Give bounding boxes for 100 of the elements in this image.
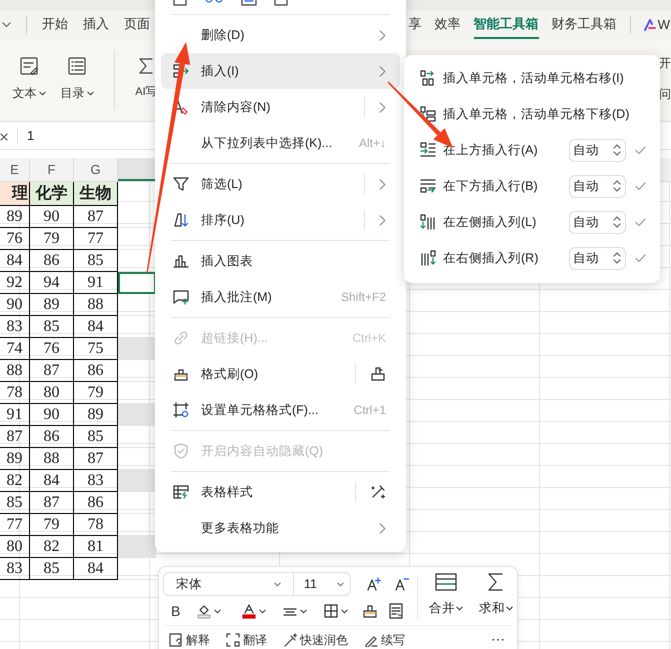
ribbon-tab[interactable]: 页面 xyxy=(124,11,150,39)
font-grow-icon xyxy=(367,577,381,591)
translate-icon xyxy=(226,632,240,646)
menu-item[interactable]: 设置单元格格式(F)... Ctrl+1 xyxy=(161,392,400,428)
table-header-cell: 化学 xyxy=(30,182,74,206)
bold-button[interactable]: B xyxy=(171,600,180,622)
ribbon-tab[interactable]: 效率 xyxy=(434,11,461,39)
shift-down-icon xyxy=(420,106,436,122)
ribbon-label[interactable]: 问 xyxy=(659,85,671,103)
spinner-arrows-icon xyxy=(613,179,621,193)
table-cell: 86 xyxy=(30,250,74,272)
sheet-cell[interactable] xyxy=(118,272,156,294)
table-cell: 84 xyxy=(74,558,118,580)
merge-button[interactable]: 合并 xyxy=(426,573,466,625)
table-cell: 87 xyxy=(30,360,74,382)
menu-item[interactable]: 从下拉列表中选择(K)... Alt+↓ xyxy=(161,125,400,161)
action-button[interactable]: 翻译 xyxy=(226,630,267,648)
caret-icon xyxy=(214,608,222,614)
magic-wand-icon xyxy=(283,632,297,646)
menu-item[interactable]: 筛选(L) xyxy=(161,166,400,202)
caret-icon xyxy=(506,606,513,611)
caret-icon xyxy=(38,90,46,96)
table-cell: 86 xyxy=(30,426,74,448)
link-icon xyxy=(173,330,189,346)
table-cell: 86 xyxy=(74,360,118,382)
menu-item[interactable]: 插入单元格，活动单元格下移(D) xyxy=(420,104,630,124)
table-cell: 90 xyxy=(0,294,30,316)
font-color-button[interactable] xyxy=(241,603,266,619)
font-color-icon xyxy=(241,603,258,619)
filter-icon xyxy=(173,176,189,192)
table-cell: 87 xyxy=(74,206,118,228)
formula-value[interactable]: 1 xyxy=(27,126,34,146)
action-button[interactable]: 续写 xyxy=(364,630,405,648)
chevron-right-icon xyxy=(379,178,386,190)
menu-item[interactable]: 表格样式 xyxy=(161,474,400,510)
count-spinner[interactable]: 自动 xyxy=(569,138,626,162)
shield-icon xyxy=(173,443,189,459)
table-cell: 89 xyxy=(0,448,30,470)
table-cell: 85 xyxy=(30,316,74,338)
menu-item[interactable]: 删除(D) xyxy=(161,17,400,53)
check-icon xyxy=(635,146,646,154)
magic-wand-icon xyxy=(370,484,386,500)
sort-icon xyxy=(173,212,189,228)
more-button[interactable]: ⋯ xyxy=(491,629,505,649)
menu-item[interactable]: 更多表格功能 xyxy=(161,510,400,546)
menu-item[interactable]: 插入单元格，活动单元格右移(I) xyxy=(420,68,624,88)
shortcut-text: Ctrl+K xyxy=(352,330,386,347)
check-icon xyxy=(635,218,646,226)
table-cell: 88 xyxy=(74,294,118,316)
menu-item[interactable]: 插入批注(M) Shift+F2 xyxy=(161,279,400,315)
table-cell: 80 xyxy=(0,536,30,558)
caret-icon xyxy=(341,608,348,614)
table-cell: 82 xyxy=(30,536,74,558)
menu-item[interactable]: 插入图表 xyxy=(161,243,400,279)
border-button[interactable] xyxy=(323,603,348,619)
ribbon-label[interactable]: 开 xyxy=(659,54,671,72)
table-cell: 79 xyxy=(30,228,74,250)
table-cell: 84 xyxy=(0,250,30,272)
menu-item[interactable]: 在左侧插入列(L) xyxy=(420,212,536,232)
column-header[interactable]: E xyxy=(0,158,30,181)
table-cell: 84 xyxy=(74,316,118,338)
table-cell: 77 xyxy=(0,514,30,536)
table-cell: 88 xyxy=(0,360,30,382)
border-grid-icon xyxy=(323,603,340,619)
menu-item[interactable]: 排序(U) xyxy=(161,202,400,238)
menu-item[interactable]: 插入(I) xyxy=(161,53,400,89)
action-button[interactable]: 快速润色 xyxy=(283,630,348,648)
fill-color-button[interactable] xyxy=(196,603,222,619)
count-spinner[interactable]: 自动 xyxy=(569,210,626,234)
table-cell: 90 xyxy=(30,206,74,228)
shift-right-icon xyxy=(420,70,436,86)
menu-item[interactable]: 清除内容(N) xyxy=(161,89,400,125)
table-cell: 74 xyxy=(0,338,30,360)
insert-column-left-icon xyxy=(420,214,436,230)
ribbon-button[interactable]: 目录 xyxy=(56,56,98,102)
count-spinner[interactable]: 自动 xyxy=(569,246,626,270)
table-cell: 89 xyxy=(30,294,74,316)
column-header[interactable]: F xyxy=(30,158,74,181)
ribbon-button[interactable]: 文本 xyxy=(8,56,50,102)
ribbon-tab[interactable]: 财务工具箱 xyxy=(552,11,617,39)
sum-button[interactable]: 求和 xyxy=(476,573,516,625)
menu-item[interactable]: 在下方插入行(B) xyxy=(420,176,538,196)
hand-brush-icon xyxy=(370,366,386,382)
table-cell: 78 xyxy=(0,382,30,404)
table-style-icon xyxy=(173,484,189,500)
menu-item[interactable]: 在右侧插入列(R) xyxy=(420,248,538,268)
menu-item[interactable]: 格式刷(O) xyxy=(161,356,400,392)
table-cell: 87 xyxy=(0,426,30,448)
ribbon-tab[interactable]: 开始 xyxy=(42,11,68,39)
action-button[interactable]: 解释 xyxy=(169,630,210,648)
text-edit-icon xyxy=(19,56,39,76)
ribbon-tab[interactable]: 插入 xyxy=(83,11,109,39)
spinner-arrows-icon xyxy=(613,251,621,265)
caret-icon xyxy=(456,606,463,611)
column-header[interactable] xyxy=(118,158,156,181)
table-cell: 83 xyxy=(0,558,30,580)
shortcut-text: Alt+↓ xyxy=(358,135,386,152)
count-spinner[interactable]: 自动 xyxy=(569,174,626,198)
app-tab[interactable]: W xyxy=(644,15,670,35)
ribbon-tab[interactable]: 享 xyxy=(408,11,422,39)
